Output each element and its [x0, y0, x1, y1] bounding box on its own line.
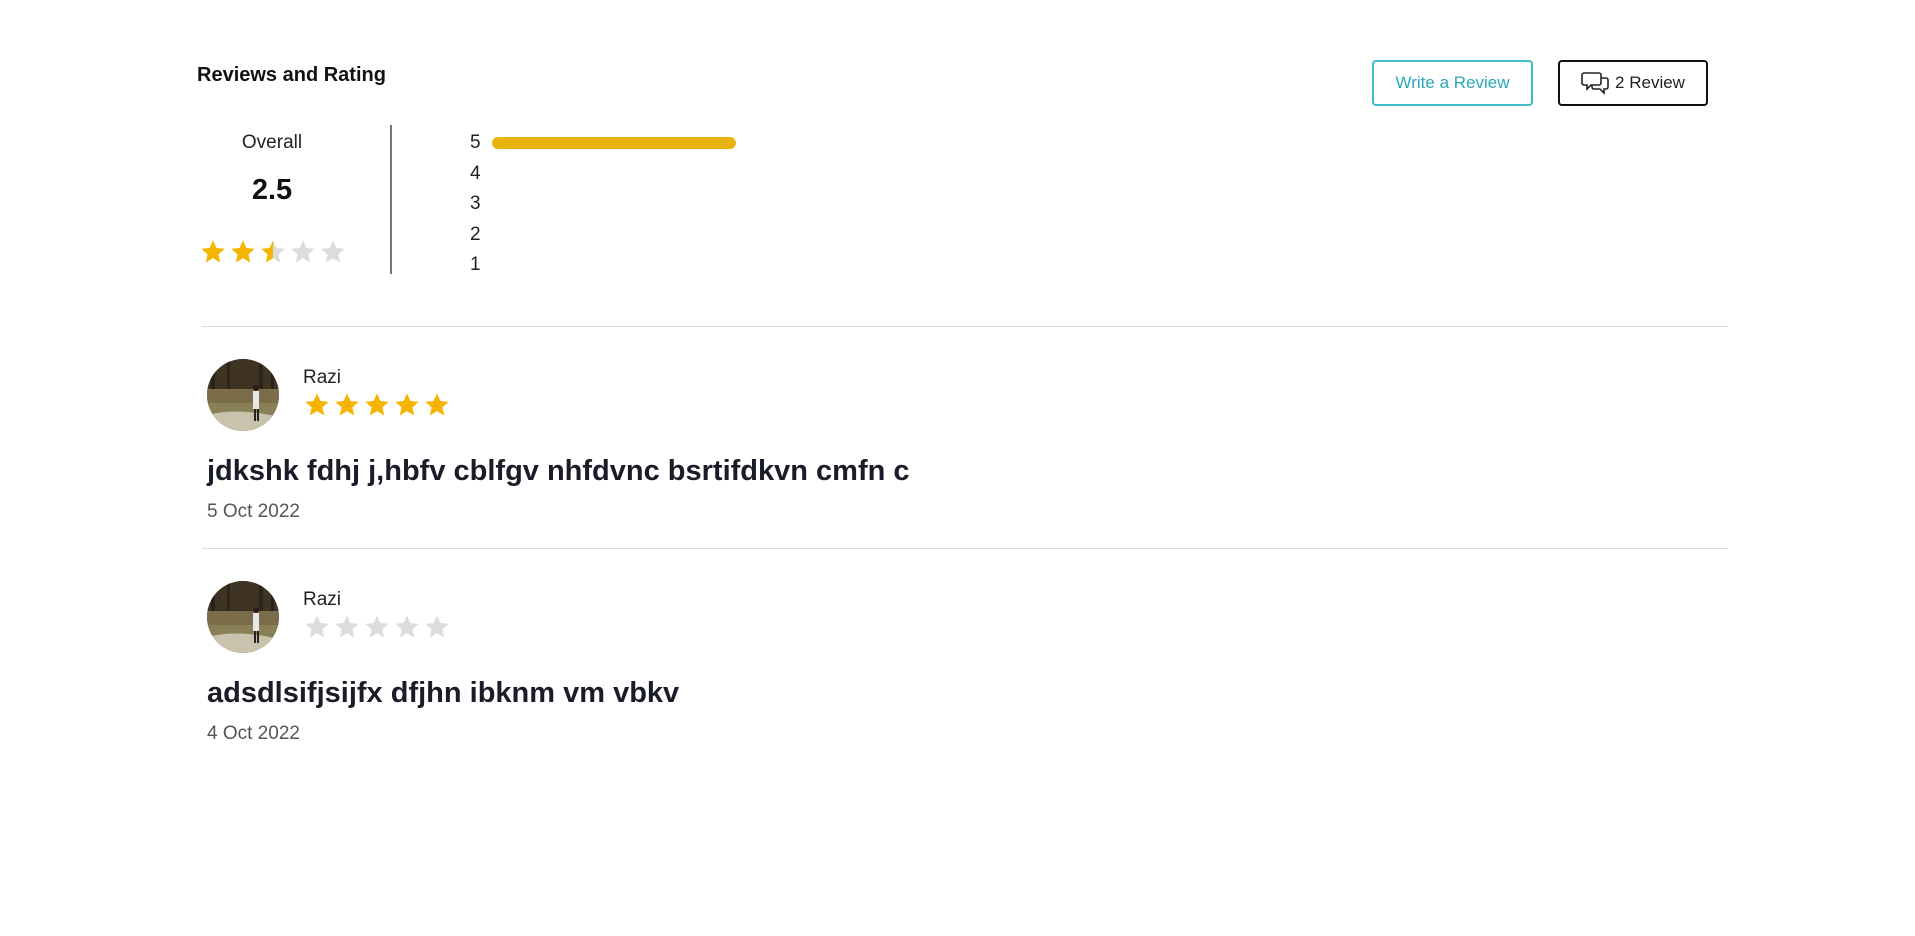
write-review-button[interactable]: Write a Review — [1372, 60, 1533, 106]
star-icon — [231, 240, 255, 263]
user-photo — [207, 359, 279, 431]
star-icon — [305, 615, 329, 638]
divider — [202, 326, 1728, 327]
avatar — [207, 581, 279, 653]
distribution-row: 2 — [470, 220, 736, 251]
distribution-label: 1 — [470, 254, 481, 276]
overall-score: 2.5 — [251, 174, 293, 206]
star-icon — [201, 240, 225, 263]
star-icon — [291, 240, 315, 263]
distribution-bar-track — [492, 198, 736, 210]
review-count-button[interactable]: 2 Review — [1558, 60, 1708, 106]
distribution-row: 5 — [470, 128, 736, 159]
distribution-bar-fill — [492, 137, 736, 150]
star-icon — [395, 393, 419, 416]
overall-summary: Overall 2.5 — [197, 126, 347, 207]
distribution-label: 3 — [470, 193, 481, 215]
star-icon — [305, 393, 329, 416]
review-title: jdkshk fdhj j,hbfv cblfgv nhfdvnc bsrtif… — [207, 455, 910, 487]
distribution-label: 4 — [470, 162, 481, 184]
vertical-divider — [390, 125, 392, 274]
star-icon — [425, 393, 449, 416]
review-count-label: 2 Review — [1615, 73, 1685, 92]
distribution-bar-track — [492, 259, 736, 271]
reviewer-name: Razi — [303, 589, 342, 610]
user-photo — [207, 581, 279, 653]
distribution-label: 2 — [470, 223, 481, 245]
divider — [202, 548, 1728, 549]
avatar — [207, 359, 279, 431]
distribution-bar-track — [492, 168, 736, 180]
star-icon — [335, 615, 359, 638]
review-star-rating — [303, 613, 451, 641]
star-icon — [365, 393, 389, 416]
rating-distribution: 5 4 3 2 1 — [470, 128, 736, 281]
chat-bubbles-icon — [1581, 70, 1609, 96]
overall-star-rating — [199, 238, 347, 266]
overall-label: Overall — [241, 132, 303, 153]
distribution-row: 1 — [470, 250, 736, 281]
reviews-page: Reviews and Rating Write a Review 2 Revi… — [0, 0, 1915, 936]
review-title: adsdlsifjsijfx dfjhn ibknm vm vbkv — [207, 677, 680, 709]
star-icon — [395, 615, 419, 638]
star-icon — [261, 240, 285, 263]
write-review-label: Write a Review — [1395, 73, 1510, 92]
review-star-rating — [303, 391, 451, 419]
star-icon — [321, 240, 345, 263]
review-date: 4 Oct 2022 — [207, 723, 300, 744]
review-date: 5 Oct 2022 — [207, 501, 300, 522]
distribution-label: 5 — [470, 132, 481, 154]
distribution-bar-track — [492, 137, 736, 150]
star-icon — [335, 393, 359, 416]
distribution-bar-track — [492, 229, 736, 241]
section-title: Reviews and Rating — [197, 64, 386, 86]
reviewer-name: Razi — [303, 367, 342, 388]
distribution-row: 3 — [470, 189, 736, 220]
distribution-row: 4 — [470, 159, 736, 190]
star-icon — [425, 615, 449, 638]
star-icon — [365, 615, 389, 638]
